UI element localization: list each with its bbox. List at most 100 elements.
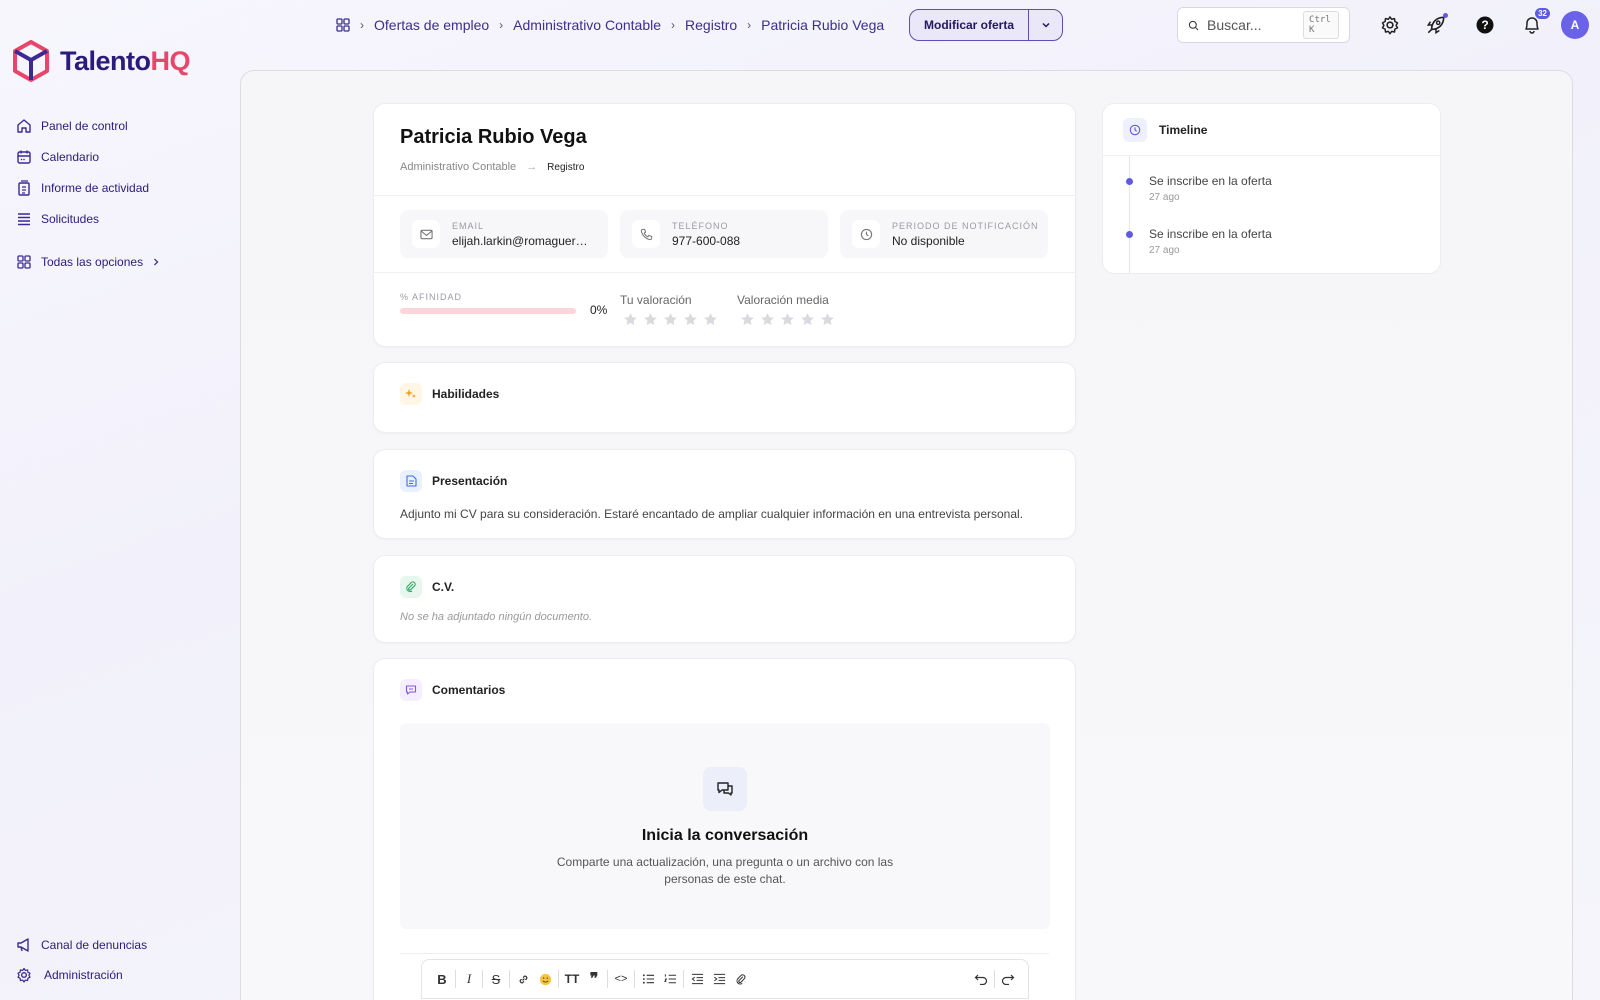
toolbar-separator [994, 970, 995, 988]
toolbar-separator [509, 970, 510, 988]
calendar-icon [17, 150, 31, 164]
timeline-title: Timeline [1159, 123, 1208, 137]
timeline-item-time: 27 ago [1149, 245, 1180, 256]
modify-offer-dropdown[interactable] [1028, 10, 1062, 40]
notice-period-value: No disponible [892, 233, 965, 248]
sidebar-item-label: Calendario [41, 149, 100, 164]
comments-empty-subtitle: Comparte una actualización, una pregunta… [556, 855, 894, 886]
list-icon [18, 212, 30, 225]
bold-icon[interactable]: B [432, 969, 452, 989]
candidate-stage-path: Administrativo Contable → Registro [400, 161, 584, 173]
skills-title: Habilidades [432, 387, 500, 401]
email-label: EMAIL [452, 220, 485, 231]
sidebar-item-label: Solicitudes [41, 211, 100, 226]
notifications-button[interactable]: 32 [1521, 8, 1550, 36]
update-dot-indicator [1443, 13, 1448, 18]
cv-empty-message: No se ha adjuntado ningún documento. [400, 611, 593, 623]
help-button[interactable]: ? [1474, 14, 1496, 36]
indent-icon[interactable] [709, 969, 729, 989]
megaphone-icon [17, 938, 29, 952]
phone-info: TELÉFONO 977-600-088 [620, 210, 828, 258]
undo-icon[interactable] [971, 969, 991, 989]
bullet-list-icon[interactable] [638, 969, 658, 989]
updates-button[interactable] [1425, 13, 1448, 36]
timeline-line [1129, 156, 1130, 274]
star-icon[interactable] [703, 312, 718, 327]
notice-period-label: PERIODO DE NOTIFICACIÓN [892, 220, 1039, 231]
settings-button[interactable] [1379, 14, 1401, 36]
outdent-icon[interactable] [687, 969, 707, 989]
phone-value[interactable]: 977-600-088 [672, 234, 740, 248]
breadcrumb-link-stage[interactable]: Registro [685, 17, 737, 33]
breadcrumb-current[interactable]: Patricia Rubio Vega [761, 17, 884, 33]
sidebar-item-label: Administración [44, 968, 123, 982]
sidebar-item-whistleblower[interactable]: Canal de denuncias [16, 930, 216, 960]
candidate-offer-label: Administrativo Contable [400, 161, 517, 173]
emoji-icon[interactable] [535, 969, 555, 989]
divider [400, 953, 1049, 954]
attach-icon[interactable] [731, 969, 751, 989]
sidebar-item-activity-report[interactable]: Informe de actividad [16, 172, 216, 203]
svg-text:?: ? [1481, 18, 1488, 32]
star-icon [801, 313, 814, 326]
star-icon [741, 313, 754, 326]
sidebar-item-requests[interactable]: Solicitudes [16, 203, 216, 234]
chevron-right-icon [154, 258, 159, 265]
sidebar-item-calendar[interactable]: Calendario [16, 141, 216, 172]
toolbar-separator [683, 970, 684, 988]
star-icon[interactable] [643, 312, 658, 327]
sidebar-bottom-nav: Canal de denuncias Administración [16, 930, 216, 990]
cv-title: C.V. [432, 580, 455, 594]
timeline-header: Timeline [1123, 118, 1207, 142]
candidate-name: Patricia Rubio Vega [400, 126, 587, 148]
cube-logo-icon [13, 40, 49, 82]
search-input[interactable] [1207, 17, 1296, 33]
modify-offer-split-button: Modificar oferta [909, 9, 1064, 41]
sidebar-item-all-options[interactable]: Todas las opciones [16, 246, 216, 277]
quote-icon[interactable]: ❞ [584, 969, 604, 989]
notice-period-info: PERIODO DE NOTIFICACIÓN No disponible [840, 210, 1048, 258]
star-icon[interactable] [663, 312, 678, 327]
affinity-progress-bar [400, 308, 576, 314]
affinity-value: 0% [590, 303, 608, 317]
redo-icon[interactable] [998, 969, 1018, 989]
timeline-card: Timeline Se inscribe en la oferta 27 ago… [1102, 103, 1441, 274]
report-icon [18, 179, 30, 196]
clock-icon [852, 220, 880, 248]
brand-logo[interactable]: TalentoHQ [12, 40, 190, 82]
sidebar-item-dashboard[interactable]: Panel de control [16, 110, 216, 141]
average-rating-label: Valoración media [737, 293, 829, 307]
comments-card: Comentarios Inicia la conversación Compa… [373, 658, 1076, 1000]
breadcrumb-link-jobs[interactable]: Ofertas de empleo [374, 17, 489, 33]
your-rating-stars[interactable] [623, 312, 718, 327]
text-size-icon[interactable]: TT [562, 969, 582, 989]
chevron-down-icon [1041, 22, 1050, 28]
presentation-card: Presentación Adjunto mi CV para su consi… [373, 449, 1076, 539]
timeline-item-title: Se inscribe en la oferta [1149, 174, 1272, 188]
user-avatar[interactable]: A [1561, 11, 1589, 39]
modify-offer-button[interactable]: Modificar oferta [910, 10, 1028, 40]
star-icon[interactable] [683, 312, 698, 327]
email-value[interactable]: elijah.larkin@romaguera.com [452, 234, 592, 248]
italic-icon[interactable]: I [459, 969, 479, 989]
cv-card: C.V. No se ha adjuntado ningún documento… [373, 555, 1076, 643]
numbered-list-icon[interactable] [660, 969, 680, 989]
grid-icon [17, 254, 31, 269]
breadcrumb-link-offer[interactable]: Administrativo Contable [513, 17, 661, 33]
apps-grid-icon[interactable] [336, 18, 350, 32]
chevron-right-icon: › [671, 18, 676, 32]
toolbar-separator [634, 970, 635, 988]
strikethrough-icon[interactable]: S [486, 969, 506, 989]
code-icon[interactable]: <> [611, 969, 631, 989]
home-icon [17, 118, 31, 133]
sidebar-item-admin[interactable]: Administración [16, 960, 216, 990]
skills-header: Habilidades [400, 383, 499, 405]
search-box: Ctrl K [1177, 7, 1350, 43]
divider [374, 195, 1075, 196]
star-icon[interactable] [623, 312, 638, 327]
presentation-title: Presentación [432, 474, 508, 488]
candidate-card: Patricia Rubio Vega Administrativo Conta… [373, 103, 1076, 347]
comments-title: Comentarios [432, 683, 506, 697]
brand-name: TalentoHQ [60, 45, 190, 76]
link-icon[interactable] [513, 969, 533, 989]
